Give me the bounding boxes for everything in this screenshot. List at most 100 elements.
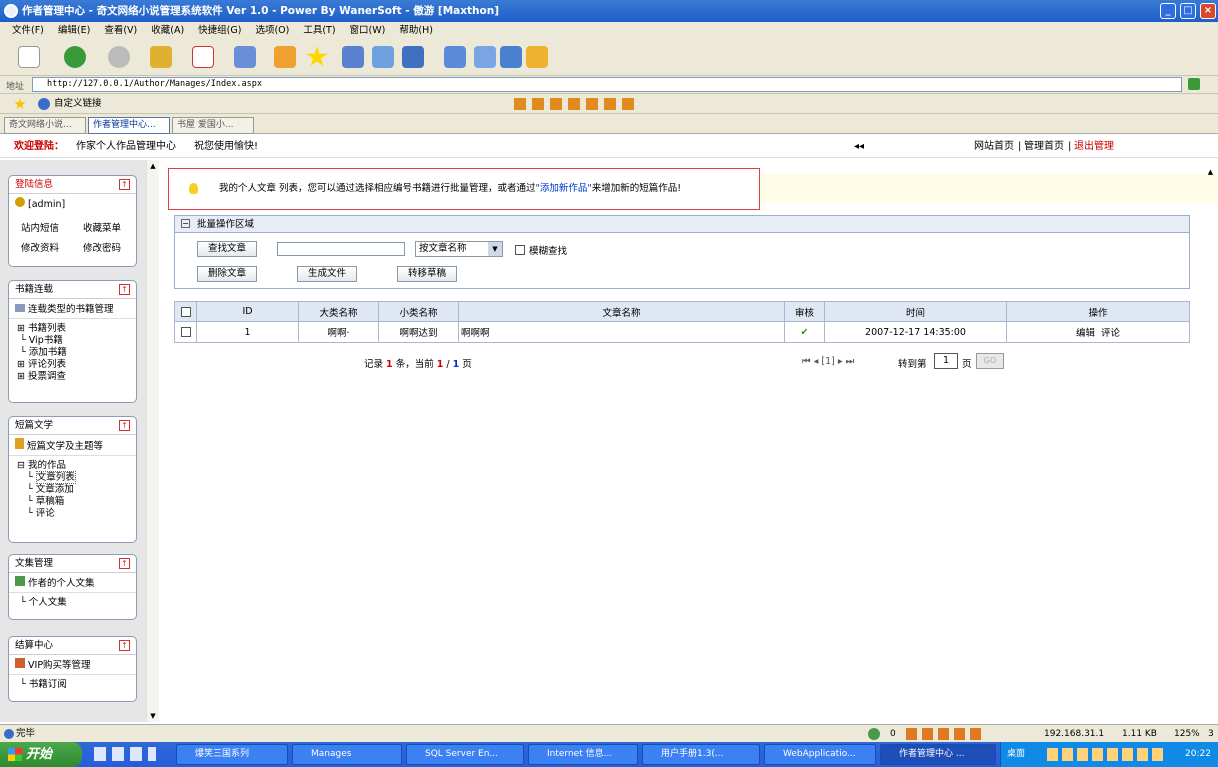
- folder-icon[interactable]: [526, 46, 548, 68]
- move-draft-button[interactable]: 转移草稿: [397, 266, 457, 282]
- cell-article-name[interactable]: 啊啊啊: [458, 321, 785, 343]
- task-webapplication[interactable]: WebApplicatio...: [764, 744, 876, 765]
- lightbulb-icon: [189, 183, 198, 194]
- custom-links[interactable]: 自定义链接: [54, 94, 102, 114]
- pager-nav[interactable]: ⏮ ◂ [1] ▸ ⏭: [802, 356, 854, 367]
- inbox-link[interactable]: 站内短信: [21, 220, 59, 234]
- cell-id: 1: [196, 321, 299, 343]
- edit-profile-link[interactable]: 修改资料: [21, 240, 59, 254]
- select-all-checkbox[interactable]: [180, 306, 191, 317]
- copy-icon[interactable]: [500, 46, 522, 68]
- menu-favorites[interactable]: 收藏(A): [144, 22, 191, 40]
- tab-bookhouse[interactable]: 书屋 爱国小...: [172, 117, 254, 134]
- tree-comment-list[interactable]: ⊞ 评论列表: [17, 359, 136, 371]
- collapse-icon[interactable]: ↑: [119, 558, 130, 569]
- stop-icon[interactable]: [192, 46, 214, 68]
- new-page-icon[interactable]: [18, 46, 40, 68]
- screen-icon[interactable]: [372, 46, 394, 68]
- task-sql-server[interactable]: SQL Server En...: [406, 744, 524, 765]
- go-button[interactable]: GO: [976, 353, 1004, 369]
- layout-icon[interactable]: [474, 46, 496, 68]
- find-article-button[interactable]: 查找文章: [197, 241, 257, 257]
- network-icon: [868, 728, 880, 740]
- tree-book-list[interactable]: ⊞ 书籍列表: [17, 323, 136, 335]
- collapse-icon[interactable]: ↑: [119, 179, 130, 190]
- notice-text: 我的个人文章 列表，您可以通过选择相应编号书籍进行批量管理，或者通过: [219, 183, 536, 194]
- comment-link[interactable]: 评论: [1101, 328, 1120, 339]
- desktop-label[interactable]: 桌面: [1007, 742, 1025, 767]
- tree-book-subscription[interactable]: └ 书籍订阅: [17, 679, 136, 691]
- welcome-wish: 祝您使用愉快!: [194, 141, 259, 152]
- status-zoom[interactable]: 125%: [1174, 725, 1200, 743]
- start-button[interactable]: 开始: [0, 742, 82, 767]
- sidebar-scrollbar[interactable]: ▲ ▼: [146, 160, 159, 722]
- task-author-center[interactable]: 作者管理中心 ...: [880, 744, 996, 765]
- menu-edit[interactable]: 编辑(E): [51, 22, 97, 40]
- title-bar: 作者管理中心 - 奇文网络小说管理系统软件 Ver 1.0 - Power By…: [0, 0, 1218, 22]
- groups-icon[interactable]: [342, 46, 364, 68]
- menu-groups[interactable]: 快捷组(G): [191, 22, 248, 40]
- change-password-link[interactable]: 修改密码: [83, 240, 121, 254]
- add-new-work-link[interactable]: "添加新作品": [536, 183, 592, 194]
- logout-link[interactable]: 退出管理: [1074, 136, 1114, 158]
- bookmarks-link[interactable]: 收藏菜单: [83, 220, 121, 234]
- task-manages[interactable]: Manages: [292, 744, 402, 765]
- quicklaunch-icons[interactable]: [94, 747, 156, 761]
- notice-text-end: 来增加新的短篇作品!: [591, 183, 682, 194]
- tree-my-works[interactable]: ⊟ 我的作品: [17, 460, 136, 472]
- table-header-row: ID 大类名称 小类名称 文章名称 审核 时间 操作: [174, 301, 1190, 322]
- generate-file-button[interactable]: 生成文件: [297, 266, 357, 282]
- tab-qiwen[interactable]: 奇文网络小说...: [4, 117, 86, 134]
- edit-link[interactable]: 编辑: [1076, 328, 1095, 339]
- search-field-select[interactable]: 按文章名称 ▼: [415, 241, 503, 257]
- undo-icon[interactable]: [402, 46, 424, 68]
- admin-home-link[interactable]: 管理首页: [1024, 136, 1064, 158]
- close-button[interactable]: ×: [1200, 3, 1216, 19]
- menu-help[interactable]: 帮助(H): [392, 22, 440, 40]
- site-home-link[interactable]: 网站首页: [974, 136, 1014, 158]
- menu-options[interactable]: 选项(O): [248, 22, 296, 40]
- tree-article-list[interactable]: └ 文章列表: [17, 471, 136, 484]
- batch-panel: − 批量操作区域 查找文章 按文章名称 ▼ 模糊查找 删除文章 生成文件 转移草稿: [174, 215, 1190, 289]
- task-internet-info[interactable]: Internet 信息...: [528, 744, 638, 765]
- minimize-button[interactable]: _: [1160, 3, 1176, 19]
- columns-icon[interactable]: [444, 46, 466, 68]
- menu-file[interactable]: 文件(F): [0, 22, 51, 40]
- home-icon[interactable]: [274, 46, 296, 68]
- page-input[interactable]: 1: [934, 353, 958, 369]
- plugin-icons[interactable]: [514, 98, 636, 110]
- tree-personal-collection[interactable]: └ 个人文集: [17, 597, 136, 609]
- favorites-star-icon[interactable]: [306, 46, 328, 67]
- tree-vote[interactable]: ⊞ 投票调查: [17, 371, 136, 383]
- delete-article-button[interactable]: 删除文章: [197, 266, 257, 282]
- collapse-icon[interactable]: ↑: [119, 420, 130, 431]
- tree-vip-books[interactable]: └ Vip书籍: [17, 335, 136, 347]
- collapse-icon[interactable]: ↑: [119, 640, 130, 651]
- tree-add-book[interactable]: └ 添加书籍: [17, 347, 136, 359]
- scroll-up-arrow[interactable]: ▲: [1204, 168, 1217, 180]
- refresh-icon[interactable]: [234, 46, 256, 68]
- collapse-icon[interactable]: −: [181, 219, 190, 228]
- task-baoxiao[interactable]: 爆笑三国系列: [176, 744, 288, 765]
- search-input[interactable]: [277, 242, 405, 256]
- fuzzy-checkbox[interactable]: [515, 245, 525, 255]
- tray-icons[interactable]: [1047, 748, 1167, 761]
- task-user-manual[interactable]: 用户手册1.3(...: [642, 744, 760, 765]
- status-plugin-icons[interactable]: [906, 728, 986, 740]
- go-icon[interactable]: [1188, 78, 1200, 90]
- menu-tools[interactable]: 工具(T): [296, 22, 342, 40]
- maximize-button[interactable]: □: [1180, 3, 1196, 19]
- tree-drafts[interactable]: └ 草稿箱: [17, 496, 136, 508]
- collapse-icon[interactable]: ↑: [119, 284, 130, 295]
- tree-article-add[interactable]: └ 文章添加: [17, 484, 136, 496]
- collapse-arrows[interactable]: ◂◂: [854, 136, 864, 158]
- address-input[interactable]: http://127.0.0.1/Author/Manages/Index.as…: [32, 77, 1182, 92]
- tab-author-center[interactable]: 作者管理中心...: [88, 117, 170, 134]
- tree-comments[interactable]: └ 评论: [17, 508, 136, 520]
- forward-icon[interactable]: [108, 46, 130, 68]
- menu-window[interactable]: 窗口(W): [343, 22, 393, 40]
- row-checkbox[interactable]: [180, 327, 191, 337]
- menu-view[interactable]: 查看(V): [97, 22, 144, 40]
- up-icon[interactable]: [150, 46, 172, 68]
- back-icon[interactable]: [64, 46, 86, 68]
